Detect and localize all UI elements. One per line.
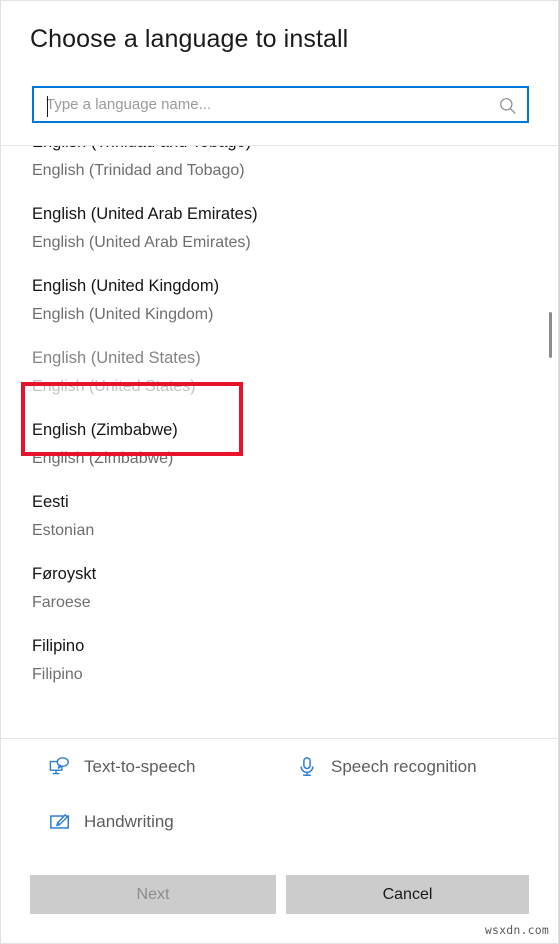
text-caret: [47, 96, 48, 117]
language-native-name: English (United Kingdom): [32, 277, 220, 295]
list-scrollbar[interactable]: [545, 147, 556, 737]
language-native-name: English (United States): [32, 349, 201, 367]
choose-language-dialog: Choose a language to install English (Tr…: [0, 0, 559, 944]
language-list-item[interactable]: English (United Kingdom) English (United …: [1, 267, 558, 339]
search-input[interactable]: [34, 88, 489, 121]
feature-label: Handwriting: [84, 812, 174, 831]
language-list-item[interactable]: English (Zimbabwe) English (Zimbabwe): [1, 411, 558, 483]
page-title: Choose a language to install: [30, 25, 349, 53]
language-native-name: English (Zimbabwe): [32, 421, 178, 439]
cancel-button[interactable]: Cancel: [286, 875, 529, 914]
language-english-name: English (Zimbabwe): [32, 450, 174, 467]
next-button[interactable]: Next: [30, 875, 276, 914]
language-list-item[interactable]: Filipino Filipino: [1, 627, 558, 699]
language-english-name: Faroese: [32, 594, 91, 611]
feature-label: Speech recognition: [331, 757, 477, 776]
language-native-name: English (Trinidad and Tobago): [32, 146, 558, 157]
language-english-name: Estonian: [32, 522, 95, 539]
handwriting-pen-icon: [50, 814, 69, 829]
language-native-name: Eesti: [32, 493, 69, 511]
language-native-name: Filipino: [32, 637, 85, 655]
language-english-name: English (Trinidad and Tobago): [32, 162, 245, 179]
language-english-name: English (United States): [32, 378, 196, 395]
language-list-item[interactable]: English (Trinidad and Tobago) English (Tr…: [1, 146, 558, 195]
microphone-icon: [300, 757, 314, 776]
feature-label: Text-to-speech: [84, 757, 196, 776]
feature-speech-recognition: Speech recognition: [296, 756, 477, 778]
language-english-name: Filipino: [32, 666, 83, 683]
language-list-item[interactable]: Føroyskt Faroese: [1, 555, 558, 627]
language-list-item: English (United States) English (United S…: [1, 339, 558, 411]
feature-text-to-speech: Text-to-speech: [49, 756, 196, 778]
text-to-speech-icon: [49, 757, 69, 775]
watermark: wsxdn.com: [484, 923, 549, 937]
language-list-item[interactable]: Eesti Estonian: [1, 483, 558, 555]
language-list[interactable]: English (Trinidad and Tobago) English (Tr…: [1, 145, 558, 739]
language-native-name: English (United Arab Emirates): [32, 205, 258, 223]
language-english-name: English (United Arab Emirates): [32, 234, 251, 251]
language-list-item[interactable]: English (United Arab Emirates) English (U…: [1, 195, 558, 267]
language-native-name: Føroyskt: [32, 565, 97, 583]
language-english-name: English (United Kingdom): [32, 306, 214, 323]
scrollbar-thumb[interactable]: [549, 312, 552, 358]
feature-handwriting: Handwriting: [49, 811, 174, 833]
search-box[interactable]: [32, 86, 529, 123]
search-icon[interactable]: [498, 96, 518, 116]
language-features: Text-to-speech Speech recognition Handwr…: [1, 741, 558, 859]
